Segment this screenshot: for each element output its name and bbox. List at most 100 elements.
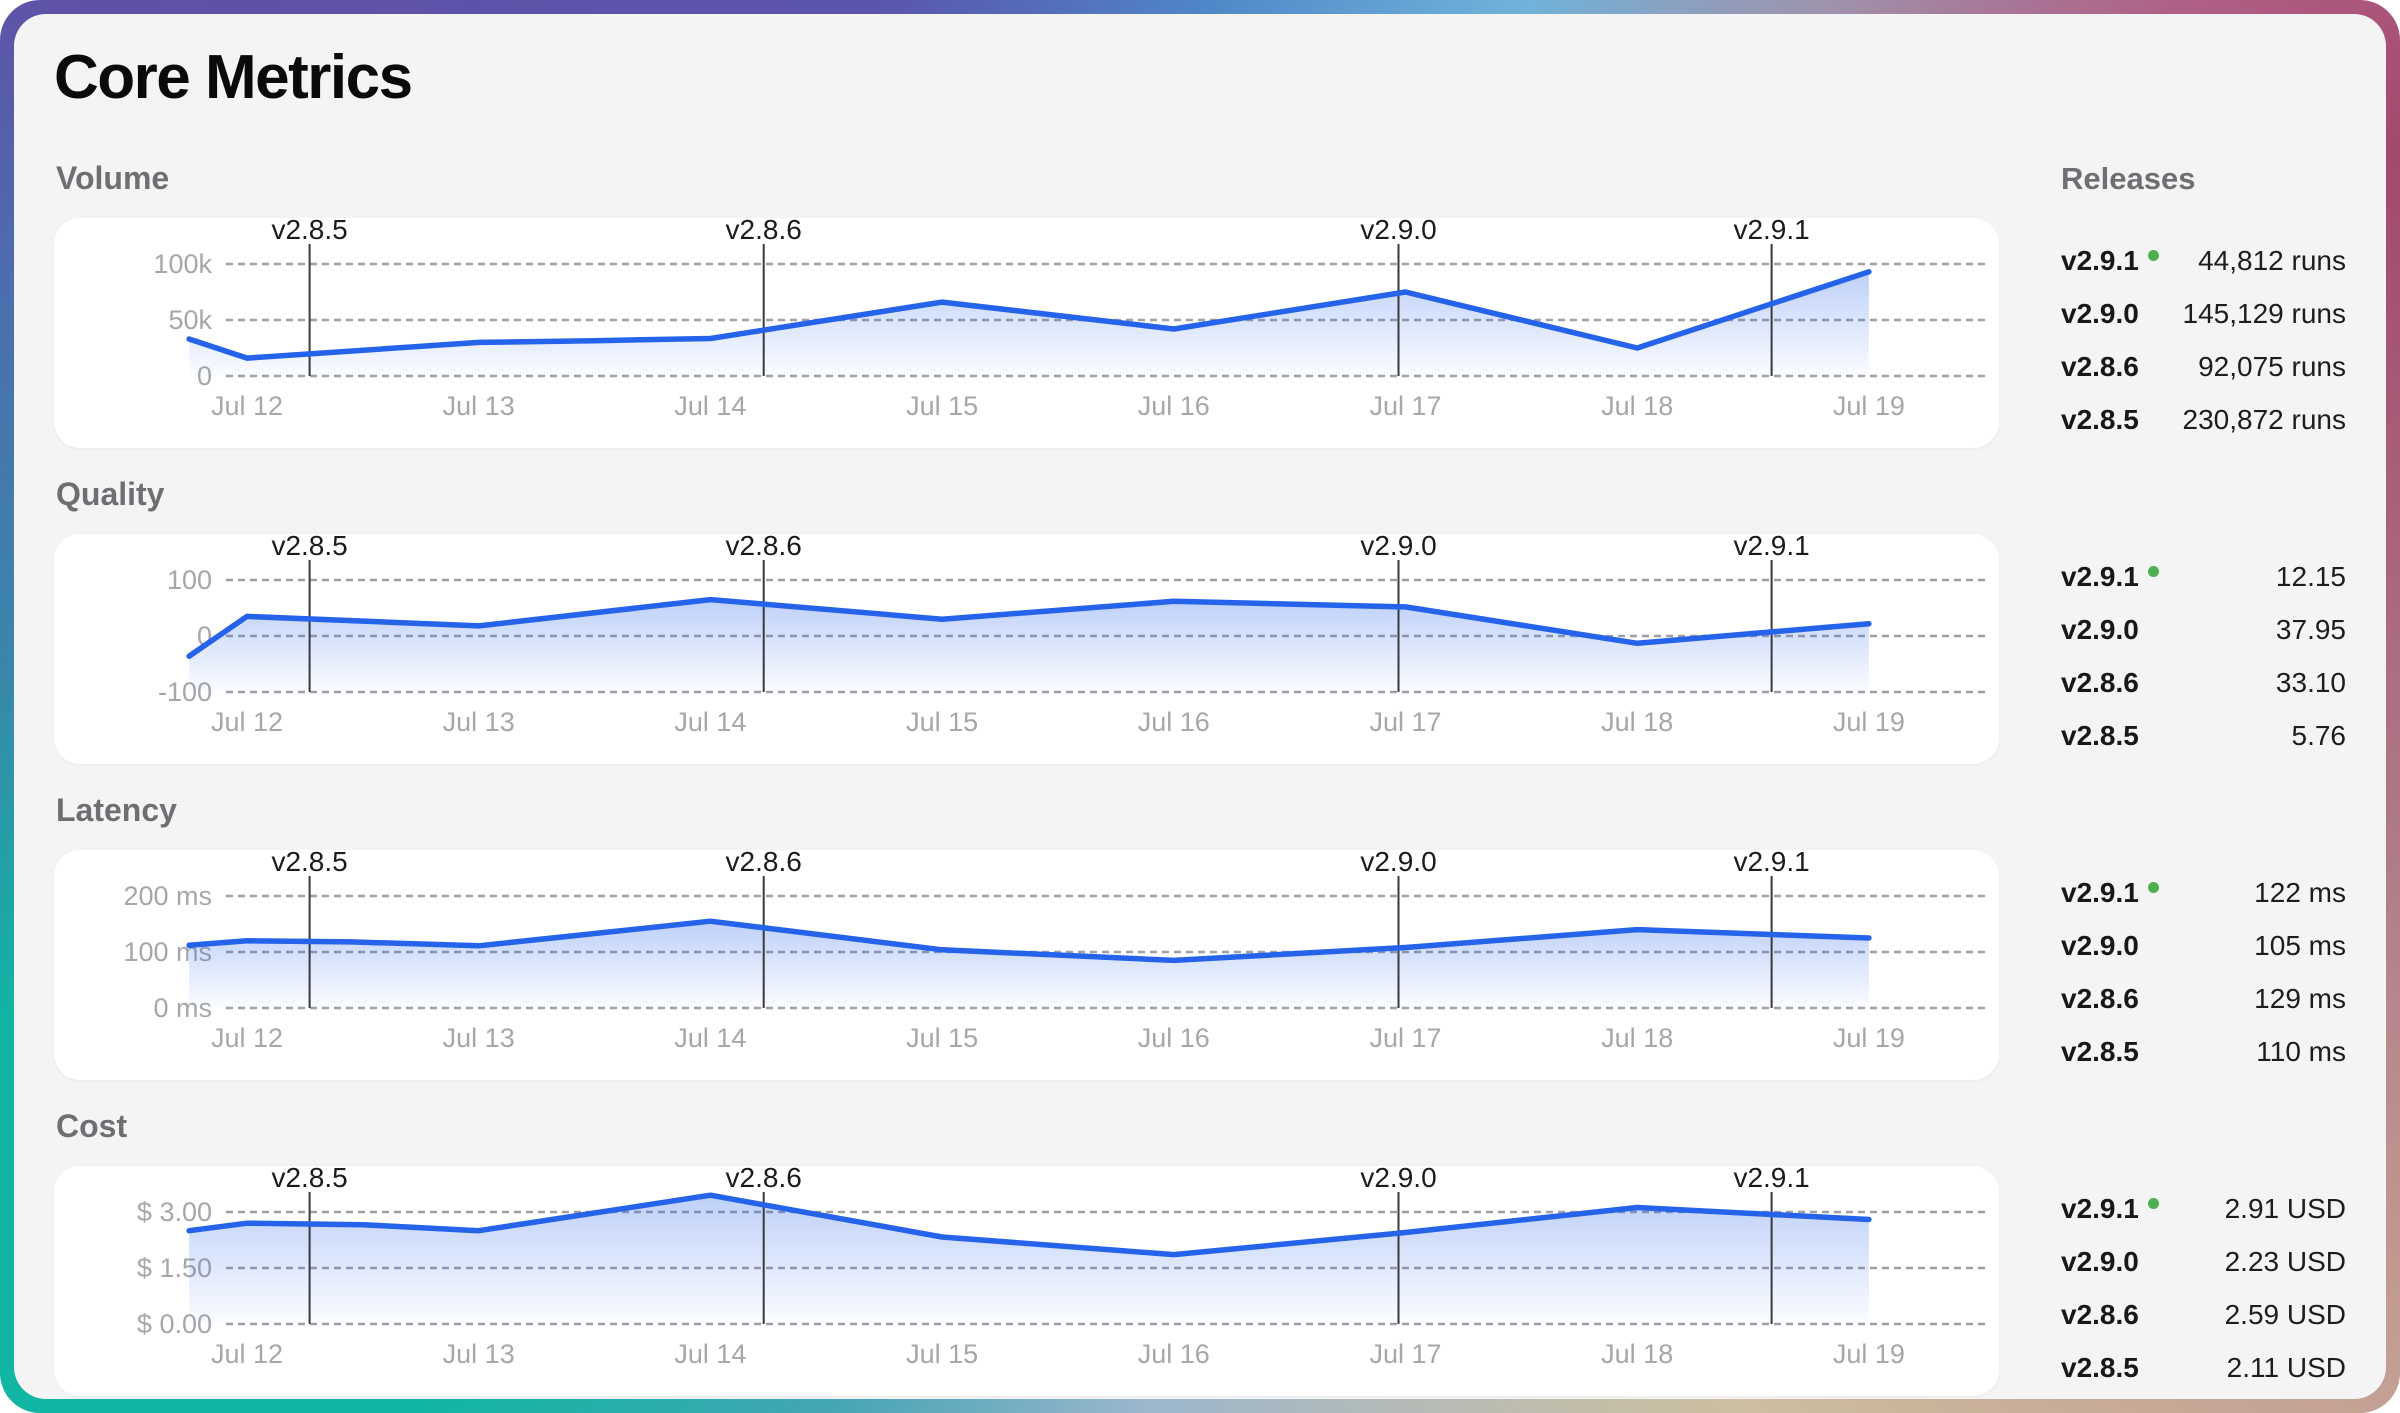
release-version: v2.9.0 bbox=[2061, 614, 2139, 646]
svg-text:v2.8.6: v2.8.6 bbox=[726, 1166, 802, 1193]
release-value: 145,129 runs bbox=[2183, 298, 2346, 330]
active-release-dot bbox=[2148, 566, 2159, 577]
releases-group-latency: v2.9.1 122 ms v2.9.0 105 ms v2.8.6 129 m… bbox=[2061, 866, 2346, 1078]
release-value: 122 ms bbox=[2254, 877, 2346, 909]
cost-section-label: Cost bbox=[56, 1108, 1999, 1144]
release-version: v2.9.1 bbox=[2061, 245, 2139, 277]
svg-text:Jul 19: Jul 19 bbox=[1833, 707, 1905, 737]
releases-panel: Releases v2.9.1 44,812 runs v2.9.0 145,1… bbox=[1999, 160, 2346, 1399]
release-row[interactable]: v2.9.0 2.23 USD bbox=[2061, 1235, 2346, 1288]
svg-text:Jul 15: Jul 15 bbox=[906, 707, 978, 737]
releases-group-volume: v2.9.1 44,812 runs v2.9.0 145,129 runs v… bbox=[2061, 234, 2346, 446]
svg-text:v2.8.6: v2.8.6 bbox=[726, 850, 802, 877]
latency-section: Latency 200 ms100 ms0 msv2.8.5v2.8.6v2.9… bbox=[54, 792, 1999, 1080]
volume-section: Volume 100k50k0v2.8.5v2.8.6v2.9.0v2.9.1J… bbox=[54, 160, 1999, 448]
svg-text:Jul 15: Jul 15 bbox=[906, 391, 978, 421]
active-release-dot bbox=[2148, 250, 2159, 261]
release-value: 105 ms bbox=[2254, 930, 2346, 962]
cost-chart-card: $ 3.00$ 1.50$ 0.00v2.8.5v2.8.6v2.9.0v2.9… bbox=[54, 1166, 1999, 1396]
release-version: v2.8.6 bbox=[2061, 1299, 2139, 1331]
svg-text:Jul 14: Jul 14 bbox=[674, 707, 746, 737]
svg-text:v2.9.0: v2.9.0 bbox=[1360, 218, 1436, 245]
active-release-dot bbox=[2148, 882, 2159, 893]
svg-text:v2.8.5: v2.8.5 bbox=[271, 534, 347, 561]
svg-text:Jul 19: Jul 19 bbox=[1833, 1023, 1905, 1053]
release-version: v2.8.5 bbox=[2061, 1036, 2139, 1068]
svg-text:$ 3.00: $ 3.00 bbox=[137, 1197, 212, 1227]
svg-text:Jul 18: Jul 18 bbox=[1601, 391, 1673, 421]
quality-section-label: Quality bbox=[56, 476, 1999, 512]
svg-text:Jul 13: Jul 13 bbox=[443, 1339, 515, 1369]
svg-text:Jul 16: Jul 16 bbox=[1138, 707, 1210, 737]
svg-text:Jul 14: Jul 14 bbox=[674, 1023, 746, 1053]
release-version: v2.8.6 bbox=[2061, 983, 2139, 1015]
latency-section-label: Latency bbox=[56, 792, 1999, 828]
releases-group-cost: v2.9.1 2.91 USD v2.9.0 2.23 USD v2.8.6 2… bbox=[2061, 1182, 2346, 1394]
svg-text:v2.9.0: v2.9.0 bbox=[1360, 850, 1436, 877]
active-release-dot bbox=[2148, 1198, 2159, 1209]
svg-text:v2.8.5: v2.8.5 bbox=[271, 1166, 347, 1193]
svg-text:Jul 17: Jul 17 bbox=[1369, 707, 1441, 737]
release-row[interactable]: v2.8.5 230,872 runs bbox=[2061, 393, 2346, 446]
svg-text:Jul 16: Jul 16 bbox=[1138, 1023, 1210, 1053]
release-value: 92,075 runs bbox=[2198, 351, 2346, 383]
svg-text:v2.8.6: v2.8.6 bbox=[726, 534, 802, 561]
svg-text:Jul 13: Jul 13 bbox=[443, 391, 515, 421]
release-value: 12.15 bbox=[2276, 561, 2346, 593]
release-row[interactable]: v2.8.5 5.76 bbox=[2061, 709, 2346, 762]
volume-chart[interactable]: 100k50k0v2.8.5v2.8.6v2.9.0v2.9.1Jul 12Ju… bbox=[54, 218, 1999, 448]
svg-text:Jul 17: Jul 17 bbox=[1369, 391, 1441, 421]
quality-chart-card: 1000-100v2.8.5v2.8.6v2.9.0v2.9.1Jul 12Ju… bbox=[54, 534, 1999, 764]
svg-text:Jul 14: Jul 14 bbox=[674, 391, 746, 421]
release-row[interactable]: v2.9.0 105 ms bbox=[2061, 919, 2346, 972]
release-row[interactable]: v2.8.5 110 ms bbox=[2061, 1025, 2346, 1078]
release-row[interactable]: v2.9.1 2.91 USD bbox=[2061, 1182, 2346, 1235]
cost-chart[interactable]: $ 3.00$ 1.50$ 0.00v2.8.5v2.8.6v2.9.0v2.9… bbox=[54, 1166, 1999, 1396]
release-version: v2.9.1 bbox=[2061, 877, 2139, 909]
release-version: v2.9.0 bbox=[2061, 930, 2139, 962]
releases-panel-title: Releases bbox=[2061, 160, 2346, 198]
svg-text:Jul 18: Jul 18 bbox=[1601, 707, 1673, 737]
svg-text:v2.9.1: v2.9.1 bbox=[1733, 218, 1809, 245]
release-value: 2.59 USD bbox=[2225, 1299, 2346, 1331]
release-row[interactable]: v2.8.6 92,075 runs bbox=[2061, 340, 2346, 393]
page-title: Core Metrics bbox=[54, 42, 2346, 114]
svg-text:Jul 16: Jul 16 bbox=[1138, 1339, 1210, 1369]
svg-text:Jul 15: Jul 15 bbox=[906, 1339, 978, 1369]
svg-text:Jul 17: Jul 17 bbox=[1369, 1023, 1441, 1053]
svg-text:v2.9.1: v2.9.1 bbox=[1733, 850, 1809, 877]
svg-text:Jul 12: Jul 12 bbox=[211, 707, 283, 737]
svg-text:100: 100 bbox=[167, 565, 212, 595]
release-row[interactable]: v2.8.5 2.11 USD bbox=[2061, 1341, 2346, 1394]
dashboard-panel: Core Metrics Volume 100k50k0v2.8.5v2.8.6… bbox=[14, 14, 2386, 1399]
svg-text:v2.8.5: v2.8.5 bbox=[271, 218, 347, 245]
svg-text:100k: 100k bbox=[153, 249, 212, 279]
release-row[interactable]: v2.9.1 44,812 runs bbox=[2061, 234, 2346, 287]
svg-text:Jul 12: Jul 12 bbox=[211, 391, 283, 421]
svg-text:50k: 50k bbox=[168, 305, 212, 335]
release-row[interactable]: v2.8.6 129 ms bbox=[2061, 972, 2346, 1025]
svg-text:Jul 19: Jul 19 bbox=[1833, 1339, 1905, 1369]
volume-section-label: Volume bbox=[56, 160, 1999, 196]
release-row[interactable]: v2.9.0 37.95 bbox=[2061, 603, 2346, 656]
release-row[interactable]: v2.8.6 2.59 USD bbox=[2061, 1288, 2346, 1341]
quality-chart[interactable]: 1000-100v2.8.5v2.8.6v2.9.0v2.9.1Jul 12Ju… bbox=[54, 534, 1999, 764]
release-value: 2.91 USD bbox=[2225, 1193, 2346, 1225]
release-version: v2.8.6 bbox=[2061, 351, 2139, 383]
release-row[interactable]: v2.9.0 145,129 runs bbox=[2061, 287, 2346, 340]
release-value: 230,872 runs bbox=[2183, 404, 2346, 436]
svg-text:Jul 16: Jul 16 bbox=[1138, 391, 1210, 421]
svg-text:Jul 15: Jul 15 bbox=[906, 1023, 978, 1053]
latency-chart-card: 200 ms100 ms0 msv2.8.5v2.8.6v2.9.0v2.9.1… bbox=[54, 850, 1999, 1080]
latency-chart[interactable]: 200 ms100 ms0 msv2.8.5v2.8.6v2.9.0v2.9.1… bbox=[54, 850, 1999, 1080]
release-row[interactable]: v2.8.6 33.10 bbox=[2061, 656, 2346, 709]
release-version: v2.8.6 bbox=[2061, 667, 2139, 699]
svg-text:v2.9.0: v2.9.0 bbox=[1360, 1166, 1436, 1193]
release-row[interactable]: v2.9.1 12.15 bbox=[2061, 550, 2346, 603]
release-version: v2.9.0 bbox=[2061, 1246, 2139, 1278]
release-version: v2.9.1 bbox=[2061, 1193, 2139, 1225]
release-row[interactable]: v2.9.1 122 ms bbox=[2061, 866, 2346, 919]
gradient-frame: Core Metrics Volume 100k50k0v2.8.5v2.8.6… bbox=[0, 0, 2400, 1413]
dashboard-layout: Volume 100k50k0v2.8.5v2.8.6v2.9.0v2.9.1J… bbox=[54, 160, 2346, 1399]
svg-text:Jul 12: Jul 12 bbox=[211, 1023, 283, 1053]
